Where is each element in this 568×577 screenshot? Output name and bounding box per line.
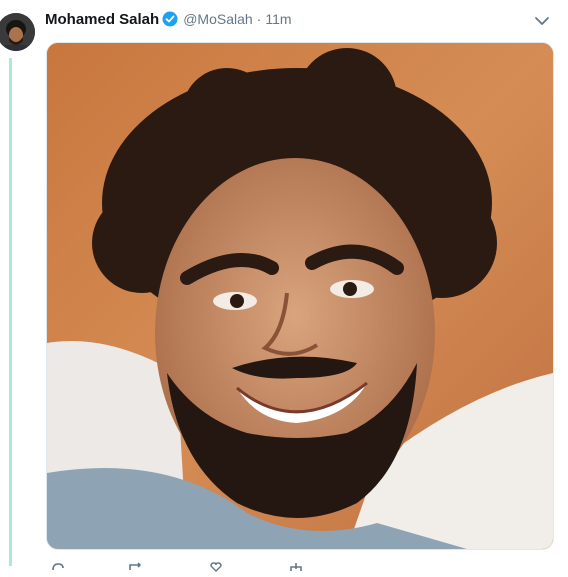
tweet[interactable]: Mohamed Salah @MoSalah · 11m bbox=[0, 0, 568, 572]
retweet-icon[interactable] bbox=[128, 559, 144, 570]
reply-icon[interactable] bbox=[50, 559, 66, 571]
tweet-actions bbox=[46, 559, 346, 572]
tweet-timestamp[interactable]: 11m bbox=[265, 11, 291, 27]
thread-line bbox=[9, 58, 12, 566]
verified-badge-icon bbox=[162, 11, 178, 27]
tweet-photo[interactable] bbox=[46, 42, 554, 550]
separator-dot: · bbox=[256, 11, 262, 27]
like-icon[interactable] bbox=[208, 559, 224, 572]
author-handle[interactable]: @MoSalah bbox=[183, 11, 252, 27]
chevron-down-icon[interactable] bbox=[534, 14, 550, 26]
avatar[interactable] bbox=[0, 13, 35, 51]
tweet-header: Mohamed Salah @MoSalah · 11m bbox=[45, 9, 292, 29]
share-icon[interactable] bbox=[288, 559, 304, 571]
author-name[interactable]: Mohamed Salah bbox=[45, 11, 159, 28]
